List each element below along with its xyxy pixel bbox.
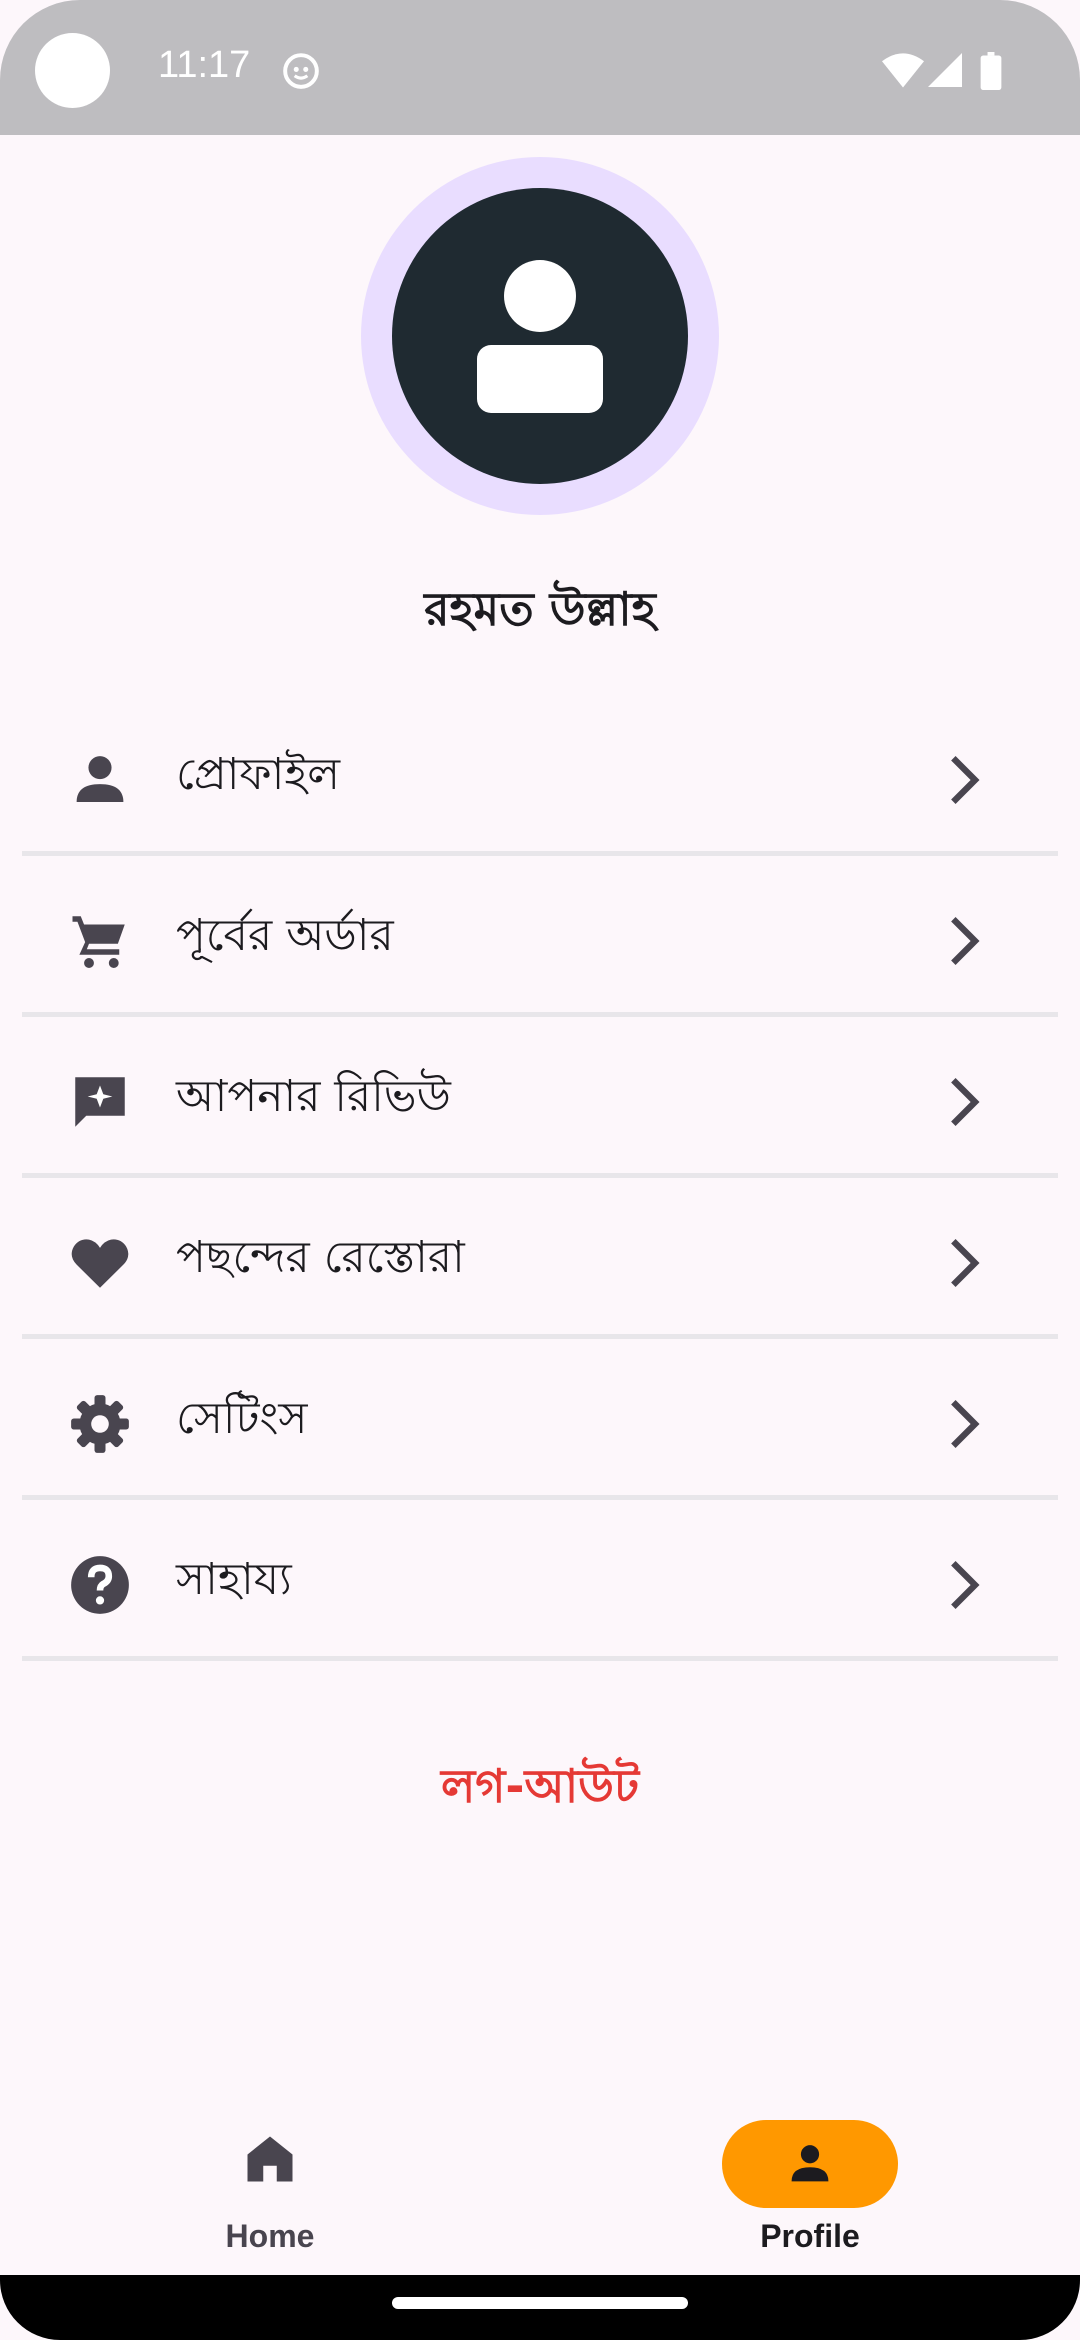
home-gesture-handle[interactable] xyxy=(392,2297,688,2309)
nav-profile-label: Profile xyxy=(760,2218,860,2254)
signal-icon xyxy=(928,53,962,87)
status-bar: 11:17 xyxy=(0,0,1080,135)
person-icon xyxy=(76,756,124,802)
menu-item-label: পূর্বের অর্ডার xyxy=(176,910,394,961)
gear-icon xyxy=(71,1395,129,1453)
chevron-right-icon xyxy=(951,756,980,804)
menu-item-label: পছন্দের রেস্তোরা xyxy=(176,1232,465,1283)
nav-active-indicator xyxy=(722,2120,898,2208)
heart-icon xyxy=(71,1239,129,1288)
nav-profile[interactable]: Profile xyxy=(710,2100,910,2275)
cart-icon xyxy=(72,916,125,968)
nav-home[interactable]: Home xyxy=(170,2100,370,2275)
user-name: রহমত উল্লাহ xyxy=(424,582,656,636)
chevron-right-icon xyxy=(951,1078,980,1126)
menu-item-label: সাহায্য xyxy=(176,1554,292,1605)
menu-item-past-orders[interactable]: পূর্বের অর্ডার xyxy=(22,856,1058,1017)
review-icon xyxy=(75,1077,125,1127)
wifi-icon xyxy=(882,53,924,88)
profile-menu: প্রোফাইল পূর্বের অর্ডার আপনার রিভিউ পছন্… xyxy=(22,695,1058,1661)
notification-app-icon xyxy=(283,53,319,89)
menu-item-label: আপনার রিভিউ xyxy=(176,1071,451,1122)
nav-home-label: Home xyxy=(225,2218,315,2254)
menu-item-label: সেটিংস xyxy=(176,1393,308,1444)
avatar-ring xyxy=(361,157,719,515)
menu-item-label: প্রোফাইল xyxy=(176,749,341,800)
avatar[interactable] xyxy=(392,188,688,484)
menu-item-help[interactable]: সাহায্য xyxy=(22,1500,1058,1661)
logout-button[interactable]: লগ-আউট xyxy=(0,1752,1080,1828)
menu-item-settings[interactable]: সেটিংস xyxy=(22,1339,1058,1500)
bottom-navigation: Home Profile xyxy=(0,2100,1080,2275)
camera-cutout xyxy=(35,33,110,108)
home-icon xyxy=(247,2136,293,2182)
chevron-right-icon xyxy=(951,917,980,965)
menu-item-profile[interactable]: প্রোফাইল xyxy=(22,695,1058,856)
person-icon xyxy=(791,2145,829,2182)
gesture-bar xyxy=(0,2275,1080,2340)
menu-item-reviews[interactable]: আপনার রিভিউ xyxy=(22,1017,1058,1178)
help-icon xyxy=(71,1556,129,1614)
battery-icon xyxy=(980,52,1002,90)
menu-item-favorite-restaurants[interactable]: পছন্দের রেস্তোরা xyxy=(22,1178,1058,1339)
avatar-person-icon xyxy=(477,260,603,413)
chevron-right-icon xyxy=(951,1239,980,1287)
chevron-right-icon xyxy=(951,1400,980,1448)
status-time: 11:17 xyxy=(158,44,251,86)
chevron-right-icon xyxy=(951,1561,980,1609)
